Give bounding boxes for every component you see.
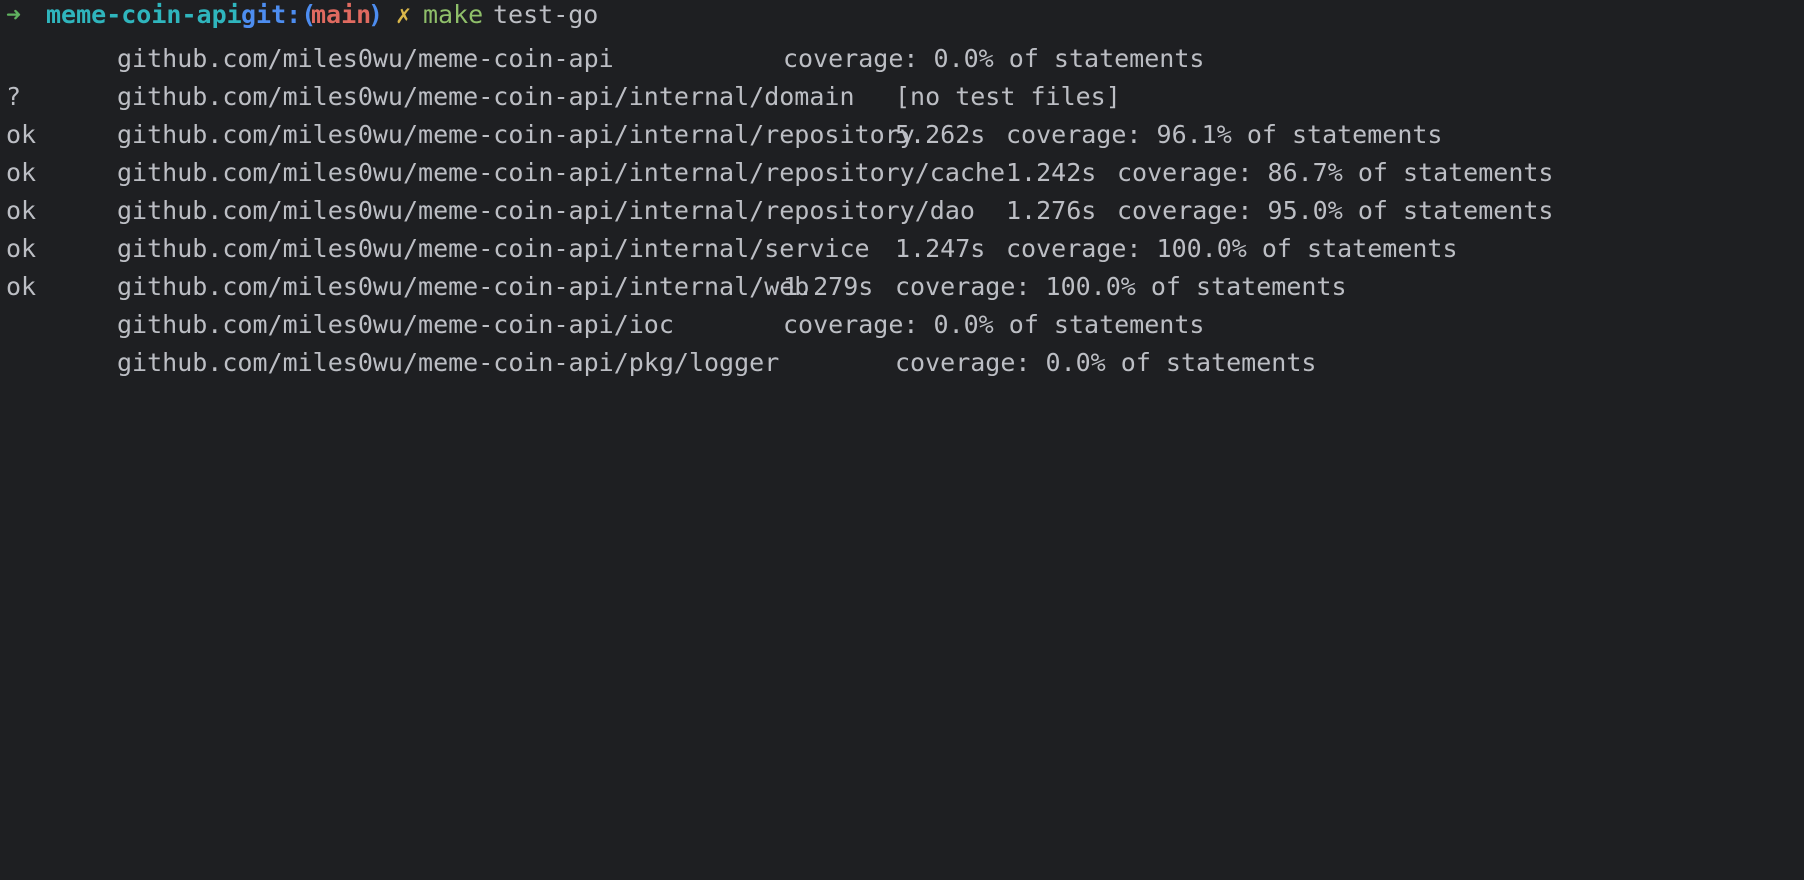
git-dirty-icon: ✗ (396, 0, 412, 29)
terminal-window[interactable]: ➜ meme-coin-api git:( main ) ✗ make test… (0, 0, 1804, 440)
prompt-line: ➜ meme-coin-api git:( main ) ✗ make test… (6, 0, 598, 37)
prompt-directory: meme-coin-api (46, 0, 242, 29)
test-result-row: github.com/miles0wu/meme-coin-api/pkg/lo… (6, 341, 1316, 385)
command-name: make (423, 0, 484, 29)
prompt-arrow-icon: ➜ (6, 0, 22, 29)
prompt-git-close: ) (368, 0, 384, 29)
prompt-branch: main (311, 0, 372, 29)
command-argument: test-go (493, 0, 599, 29)
package-path: github.com/miles0wu/meme-coin-api/pkg/lo… (117, 348, 780, 377)
prompt-git-label: git:( (241, 0, 317, 29)
coverage-text: coverage: 0.0% of statements (895, 348, 1317, 377)
